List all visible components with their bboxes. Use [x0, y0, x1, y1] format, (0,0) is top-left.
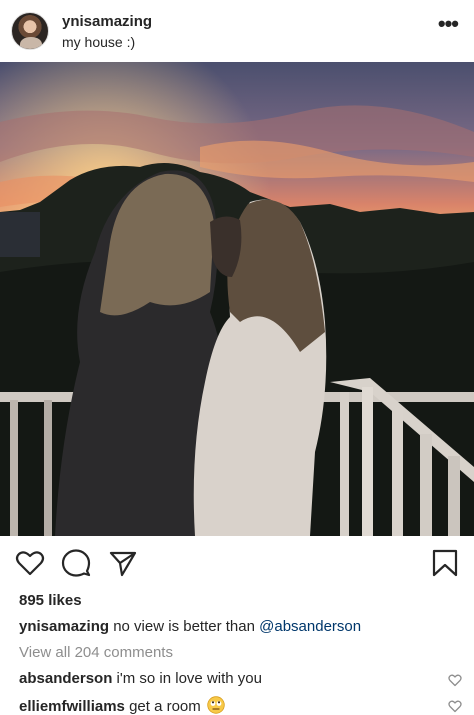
post-location[interactable]: my house :) — [62, 34, 135, 50]
more-options-icon[interactable]: ••• — [438, 13, 459, 35]
eye-roll-emoji-icon — [207, 696, 225, 714]
comment-username[interactable]: elliemfwilliams — [19, 698, 125, 715]
heart-icon[interactable] — [15, 548, 45, 578]
caption-mention[interactable]: @absanderson — [259, 618, 361, 635]
comment-username[interactable]: absanderson — [19, 670, 112, 687]
paper-plane-icon[interactable] — [108, 548, 138, 578]
post-header: ynisamazing my house :) ••• — [0, 0, 474, 62]
caption-text: no view is better than — [113, 618, 260, 635]
post-photo[interactable] — [0, 62, 474, 536]
comment-text: get a room — [129, 698, 201, 715]
avatar[interactable] — [11, 12, 49, 50]
comment: absanderson i'm so in love with you — [19, 670, 262, 687]
view-all-comments-link[interactable]: View all 204 comments — [19, 644, 173, 661]
heart-outline-icon[interactable] — [448, 673, 462, 687]
heart-outline-icon[interactable] — [448, 699, 462, 713]
action-bar — [0, 542, 474, 586]
likes-count[interactable]: 895 likes — [19, 592, 82, 609]
comment-icon[interactable] — [61, 548, 91, 578]
post-username[interactable]: ynisamazing — [62, 13, 152, 30]
post-caption: ynisamazing no view is better than @absa… — [19, 618, 361, 635]
bookmark-icon[interactable] — [430, 548, 460, 578]
comment: elliemfwilliams get a room — [19, 696, 225, 715]
caption-username[interactable]: ynisamazing — [19, 618, 109, 635]
comment-text: i'm so in love with you — [116, 670, 262, 687]
photo-image — [0, 62, 474, 536]
